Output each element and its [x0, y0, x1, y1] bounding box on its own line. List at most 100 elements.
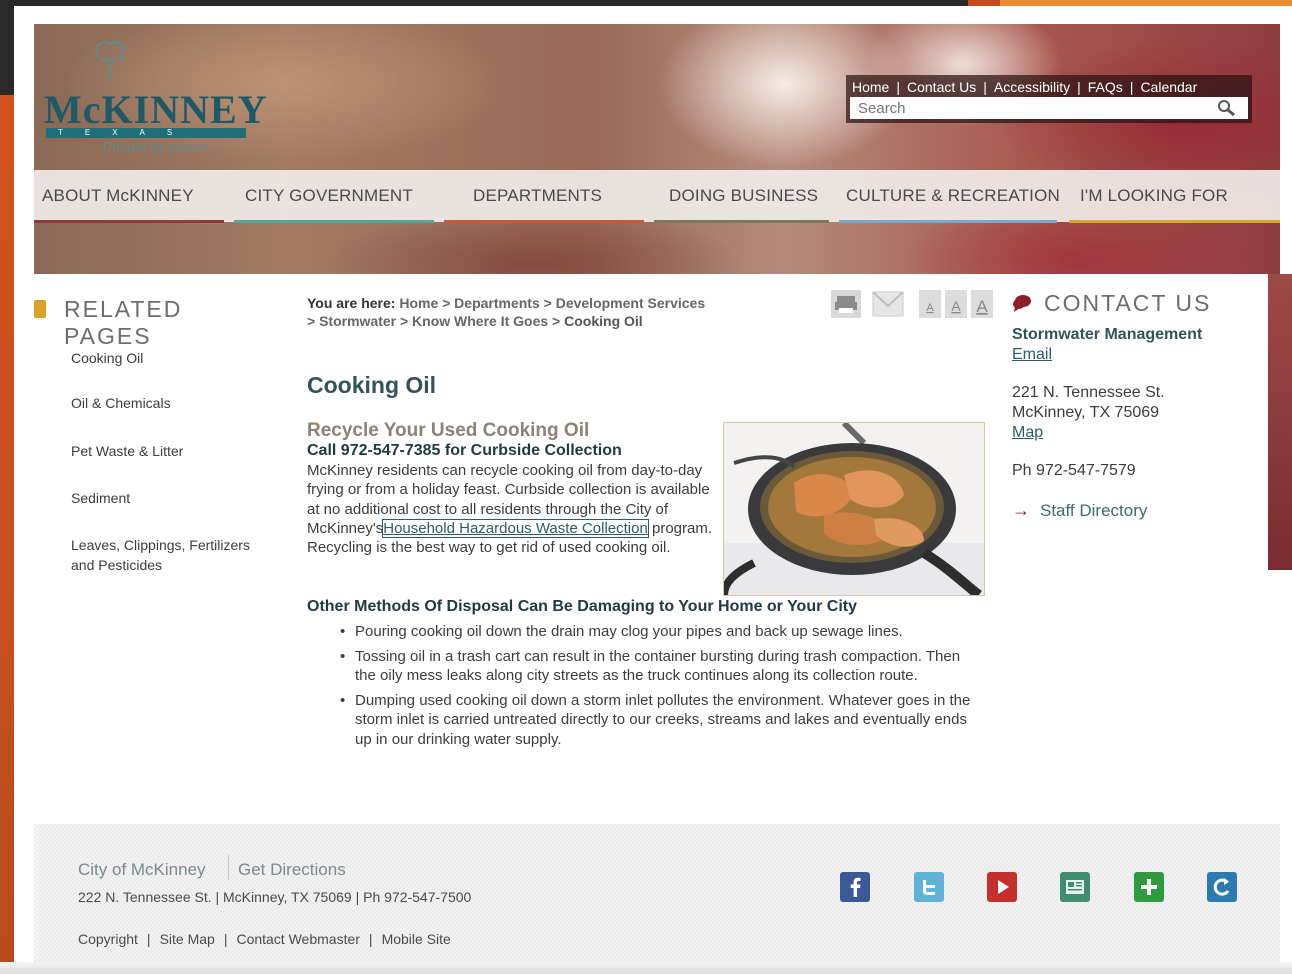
related-item-oil-chemicals[interactable]: Oil & Chemicals — [71, 393, 281, 413]
list-item: Tossing oil in a trash cart can result i… — [340, 647, 985, 686]
related-item-leaves[interactable]: Leaves, Clippings, Fertilizers and Pesti… — [71, 535, 271, 575]
email-icon[interactable] — [872, 291, 904, 317]
footer-link-sitemap[interactable]: Site Map — [160, 931, 215, 947]
contact-department: Stormwater Management — [1012, 326, 1203, 343]
nav-about[interactable]: ABOUT McKINNEY — [42, 186, 194, 206]
nav-culture-recreation[interactable]: CULTURE & RECREATION — [846, 186, 1060, 206]
contact-heading: CONTACT US — [1044, 290, 1212, 316]
text-size-small-icon[interactable]: A — [919, 290, 941, 318]
utility-bar: Home | Contact Us | Accessibility | FAQs | Calen… — [846, 75, 1252, 123]
main-nav: ABOUT McKINNEY CITY GOVERNMENT DEPARTMEN… — [34, 170, 1280, 223]
disposal-heading: Other Methods Of Disposal Can Be Damagin… — [307, 598, 857, 615]
util-link-home[interactable]: Home — [852, 79, 889, 95]
twitter-icon[interactable] — [914, 872, 944, 902]
related-item-cooking-oil[interactable]: Cooking Oil — [71, 348, 281, 368]
nav-bar-government — [234, 220, 434, 223]
related-item-sediment[interactable]: Sediment — [71, 488, 281, 508]
svg-text:A: A — [976, 297, 988, 316]
footer-directions-link[interactable]: Get Directions — [238, 860, 346, 880]
footer-link-copyright[interactable]: Copyright — [78, 931, 138, 947]
related-pages-heading: RELATED PAGES — [64, 296, 183, 349]
curbside-call: Call 972-547-7385 for Curbside Collectio… — [307, 442, 622, 459]
contact-us: CONTACT US Stormwater Management Email 2… — [1012, 290, 1252, 520]
contact-map-link[interactable]: Map — [1012, 424, 1043, 442]
nav-city-government[interactable]: CITY GOVERNMENT — [245, 186, 413, 206]
youtube-icon[interactable] — [987, 872, 1017, 902]
disposal-list: Pouring cooking oil down the drain may c… — [340, 622, 985, 754]
list-item: Dumping used cooking oil down a storm in… — [340, 691, 985, 750]
logo-tagline: Unique by nature. — [102, 140, 213, 154]
header-banner: McKINNEY TEXAS Unique by nature. Home | Co… — [34, 24, 1280, 274]
related-pages: RELATED PAGES — [30, 296, 270, 350]
related-item-pet-waste[interactable]: Pet Waste & Litter — [71, 441, 281, 461]
util-sep: | — [1077, 79, 1081, 95]
page: McKINNEY TEXAS Unique by nature. Home | Co… — [14, 6, 1292, 974]
chat-bubble-icon — [1013, 295, 1031, 312]
print-icon[interactable] — [831, 290, 861, 318]
footer-sep: | — [146, 931, 151, 947]
footer: City of McKinney Get Directions 222 N. T… — [34, 824, 1280, 964]
search-box — [850, 97, 1248, 119]
text-size-medium-icon[interactable]: A — [945, 290, 967, 318]
nav-bar-business — [654, 220, 829, 223]
footer-sep: | — [368, 931, 373, 947]
intro-paragraph: McKinney residents can recycle cooking o… — [307, 461, 719, 557]
frying-pan-photo — [720, 420, 985, 600]
contact-address-line2: McKinney, TX 75069 — [1012, 404, 1160, 421]
list-item: Pouring cooking oil down the drain may c… — [340, 622, 985, 642]
search-icon[interactable] — [1216, 99, 1236, 117]
util-sep: | — [983, 79, 987, 95]
bookmark-icon — [34, 300, 46, 318]
util-link-faqs[interactable]: FAQs — [1088, 79, 1123, 95]
util-sep: | — [896, 79, 900, 95]
util-link-calendar[interactable]: Calendar — [1140, 79, 1197, 95]
city-logo[interactable]: McKINNEY TEXAS Unique by nature. — [42, 34, 267, 164]
contact-phone: Ph 972-547-7579 — [1012, 462, 1136, 479]
add-icon[interactable] — [1134, 872, 1164, 902]
breadcrumb: You are here: Home > Departments > Devel… — [307, 294, 707, 330]
nav-looking-for[interactable]: I'M LOOKING FOR — [1080, 186, 1228, 206]
breadcrumb-prefix: You are here: — [307, 295, 396, 311]
contact-title: CONTACT US — [1012, 290, 1252, 317]
staff-directory-link[interactable]: → Staff Directory — [1012, 500, 1147, 521]
facebook-icon[interactable] — [840, 872, 870, 902]
utility-links: Home | Contact Us | Accessibility | FAQs | Calen… — [852, 79, 1197, 95]
nav-bar-culture — [839, 220, 1057, 223]
util-link-accessibility[interactable]: Accessibility — [994, 79, 1070, 95]
page-tools: A A A — [829, 286, 994, 320]
footer-address: 222 N. Tennessee St. | McKinney, TX 7506… — [78, 889, 472, 905]
refresh-icon[interactable] — [1207, 872, 1237, 902]
window-bottom-edge — [0, 962, 1292, 974]
contact-address-line1: 221 N. Tennessee St. — [1012, 384, 1165, 401]
hhw-collection-link[interactable]: Household Hazardous Waste Collection — [382, 518, 649, 538]
staff-directory-label: Staff Directory — [1040, 501, 1148, 520]
decorative-strip — [1268, 274, 1292, 570]
related-pages-title: RELATED PAGES — [30, 296, 270, 350]
footer-link-mobile[interactable]: Mobile Site — [382, 931, 451, 947]
search-input[interactable] — [850, 97, 1206, 119]
news-icon[interactable] — [1060, 872, 1090, 902]
footer-divider — [228, 854, 229, 880]
footer-link-contact-webmaster[interactable]: Contact Webmaster — [236, 931, 359, 947]
text-size-large-icon[interactable]: A — [971, 290, 993, 318]
page-title: Cooking Oil — [307, 372, 437, 398]
tree-icon — [95, 40, 125, 82]
footer-sep: | — [223, 931, 228, 947]
util-link-contact[interactable]: Contact Us — [907, 79, 976, 95]
footer-links: Copyright | Site Map | Contact Webmaster | Mob… — [78, 931, 451, 947]
nav-doing-business[interactable]: DOING BUSINESS — [669, 186, 818, 206]
breadcrumb-current: Cooking Oil — [564, 313, 643, 329]
nav-bar-departments — [444, 220, 644, 223]
logo-band: TEXAS — [46, 128, 246, 138]
section-subtitle: Recycle Your Used Cooking Oil — [307, 420, 590, 441]
logo-wordmark: McKINNEY — [44, 87, 268, 132]
svg-text:A: A — [926, 302, 934, 314]
arrow-right-icon: → — [1012, 500, 1030, 520]
nav-bar-about — [34, 220, 224, 223]
svg-text:A: A — [951, 298, 961, 314]
contact-email-link[interactable]: Email — [1012, 346, 1052, 364]
nav-bar-looking — [1069, 220, 1280, 223]
nav-departments[interactable]: DEPARTMENTS — [473, 186, 602, 206]
footer-city-link[interactable]: City of McKinney — [78, 860, 206, 880]
util-sep: | — [1129, 79, 1134, 95]
